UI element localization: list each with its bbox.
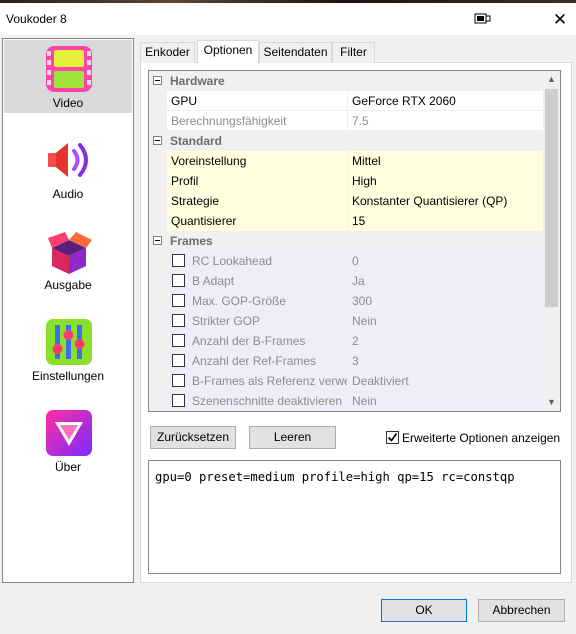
ok-button[interactable]: OK <box>381 599 467 622</box>
collapse-icon[interactable] <box>153 136 162 145</box>
property-name: Voreinstellung <box>167 151 348 171</box>
property-name: GPU <box>167 91 348 111</box>
speaker-icon <box>44 135 94 185</box>
property-name: Anzahl der Ref-Frames <box>167 351 348 371</box>
sidebar-item-label: Ausgabe <box>44 278 92 292</box>
property-checkbox[interactable] <box>172 374 185 387</box>
property-row[interactable]: GPU GeForce RTX 2060 <box>149 91 545 111</box>
video-film-icon <box>44 44 94 94</box>
close-icon[interactable]: ✕ <box>549 9 571 31</box>
category-label: Frames <box>170 234 213 248</box>
property-value[interactable]: High <box>348 171 545 191</box>
window-title: Voukoder 8 <box>6 12 67 26</box>
tab-optionen[interactable]: Optionen <box>197 40 259 64</box>
scroll-up-icon[interactable]: ▲ <box>543 71 560 88</box>
property-value: 7.5 <box>352 114 369 128</box>
property-value: Deaktiviert <box>348 371 545 391</box>
command-line-box[interactable]: gpu=0 preset=medium profile=high qp=15 r… <box>148 460 561 574</box>
sidebar-item-label: Video <box>52 96 84 110</box>
property-name: B-Frames als Referenz verwenden <box>167 371 348 391</box>
property-row[interactable]: Anzahl der B-Frames 2 <box>149 331 545 351</box>
category-frames[interactable]: Frames <box>149 231 545 251</box>
property-value: Ja <box>348 271 545 291</box>
vertical-scrollbar[interactable]: ▲ ▼ <box>543 71 560 411</box>
property-name: Strikter GOP <box>167 311 348 331</box>
sidebar-item-label: Einstellungen <box>31 369 105 383</box>
property-row[interactable]: Berechnungsfähigkeit 7.5 <box>149 111 545 131</box>
scroll-thumb[interactable] <box>545 89 558 307</box>
category-label: Hardware <box>170 74 225 88</box>
property-checkbox[interactable] <box>172 294 185 307</box>
tab-filter[interactable]: Filter <box>332 42 375 63</box>
property-row[interactable]: B Adapt Ja <box>149 271 545 291</box>
property-row[interactable]: Anzahl der Ref-Frames 3 <box>149 351 545 371</box>
property-row[interactable]: Strikter GOP Nein <box>149 311 545 331</box>
sidebar: Video Audio Ausgabe Einstellungen Über <box>2 38 134 583</box>
property-row[interactable]: Voreinstellung Mittel <box>149 151 545 171</box>
property-row[interactable]: Quantisierer 15 <box>149 211 545 231</box>
checkmark-icon <box>387 433 398 442</box>
tab-enkoder[interactable]: Enkoder <box>140 42 195 63</box>
property-row[interactable]: Profil High <box>149 171 545 191</box>
property-checkbox[interactable] <box>172 394 185 407</box>
advanced-options-checkbox[interactable] <box>386 431 399 444</box>
sidebar-item-ueber[interactable]: Über <box>4 404 132 477</box>
sidebar-item-einstellungen[interactable]: Einstellungen <box>4 313 132 386</box>
property-checkbox[interactable] <box>172 354 185 367</box>
sidebar-item-label: Audio <box>52 187 84 201</box>
property-checkbox[interactable] <box>172 254 185 267</box>
sidebar-item-video[interactable]: Video <box>4 40 132 113</box>
property-name: B Adapt <box>167 271 348 291</box>
command-line-text: gpu=0 preset=medium profile=high qp=15 r… <box>155 470 515 484</box>
property-value: 2 <box>348 331 545 351</box>
property-row[interactable]: Max. GOP-Größe 300 <box>149 291 545 311</box>
property-checkbox[interactable] <box>172 334 185 347</box>
property-name: RC Lookahead <box>167 251 348 271</box>
sidebar-item-audio[interactable]: Audio <box>4 131 132 204</box>
clear-button[interactable]: Leeren <box>249 426 336 449</box>
property-value: Nein <box>348 391 545 411</box>
sidebar-item-label: Über <box>54 460 81 474</box>
property-name: Quantisierer <box>167 211 348 231</box>
property-checkbox[interactable] <box>172 314 185 327</box>
property-name: Szenenschnitte deaktivieren <box>167 391 348 411</box>
property-row[interactable]: RC Lookahead 0 <box>149 251 545 271</box>
sidebar-item-ausgabe[interactable]: Ausgabe <box>4 222 132 295</box>
tab-seitendaten[interactable]: Seitendaten <box>259 42 332 63</box>
property-name: Profil <box>167 171 348 191</box>
property-name: Strategie <box>167 191 348 211</box>
property-value[interactable]: 15 <box>348 211 545 231</box>
sliders-icon <box>44 317 94 367</box>
cancel-button[interactable]: Abbrechen <box>478 599 565 622</box>
property-value: 3 <box>348 351 545 371</box>
property-name: Max. GOP-Größe <box>167 291 348 311</box>
property-row[interactable]: B-Frames als Referenz verwenden Deaktivi… <box>149 371 545 391</box>
property-value: Nein <box>348 311 545 331</box>
about-logo-icon <box>44 408 94 458</box>
collapse-icon[interactable] <box>153 76 162 85</box>
open-box-icon <box>44 226 94 276</box>
property-value[interactable]: Konstanter Quantisierer (QP) <box>348 191 545 211</box>
advanced-options-label[interactable]: Erweiterte Optionen anzeigen <box>402 431 560 445</box>
property-name: Anzahl der B-Frames <box>167 331 348 351</box>
category-label: Standard <box>170 134 223 148</box>
category-standard[interactable]: Standard <box>149 131 545 151</box>
property-name: Berechnungsfähigkeit <box>167 111 348 131</box>
title-bar: Voukoder 8 ✕ <box>0 3 576 35</box>
scroll-down-icon[interactable]: ▼ <box>543 394 560 411</box>
window-mode-icon[interactable] <box>474 12 492 26</box>
property-row[interactable]: Strategie Konstanter Quantisierer (QP) <box>149 191 545 211</box>
property-value[interactable]: GeForce RTX 2060 <box>348 91 545 111</box>
category-hardware[interactable]: Hardware <box>149 71 545 91</box>
property-value: 300 <box>348 291 545 311</box>
reset-button[interactable]: Zurücksetzen <box>150 426 236 449</box>
property-value: 0 <box>348 251 545 271</box>
property-grid: Hardware GPU GeForce RTX 2060 Berechnung… <box>148 70 561 412</box>
property-row[interactable]: Szenenschnitte deaktivieren Nein <box>149 391 545 411</box>
property-checkbox[interactable] <box>172 274 185 287</box>
property-value[interactable]: Mittel <box>348 151 545 171</box>
collapse-icon[interactable] <box>153 236 162 245</box>
